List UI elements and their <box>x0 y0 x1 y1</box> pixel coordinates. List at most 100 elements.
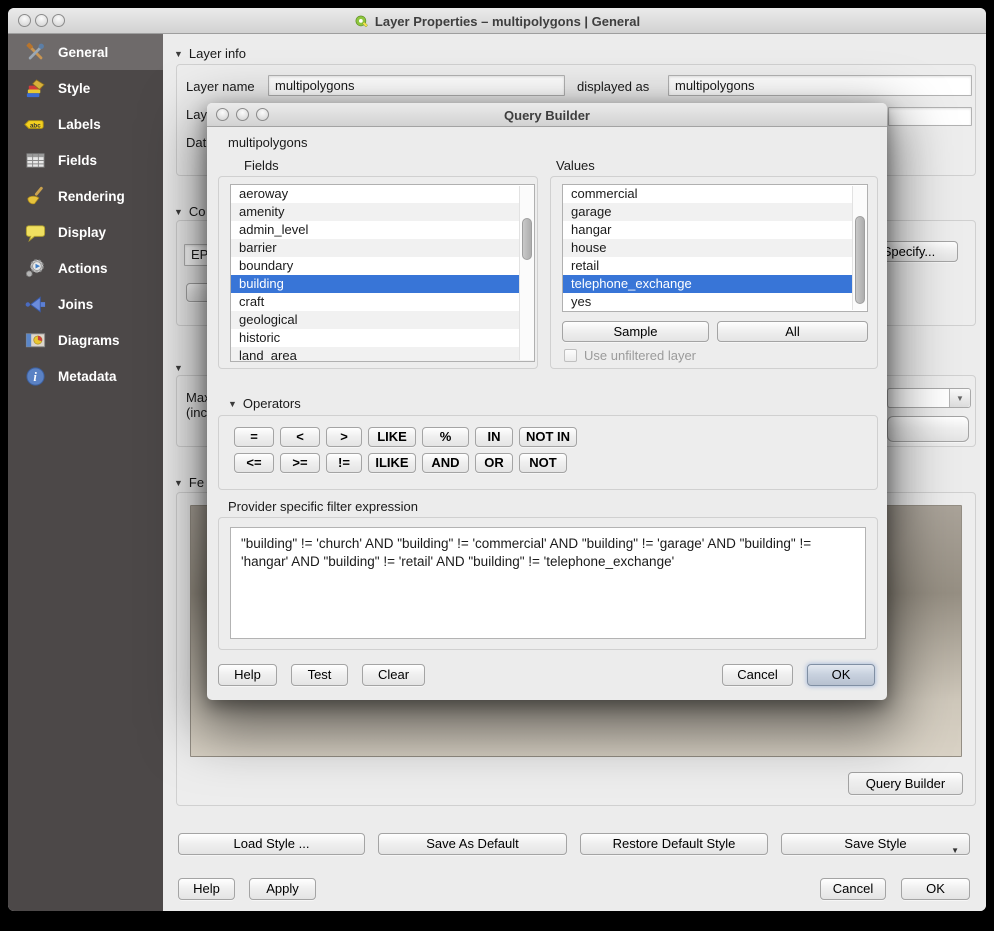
filter-expression-textarea[interactable]: "building" != 'church' AND "building" !=… <box>230 527 866 639</box>
joins-icon <box>22 292 48 316</box>
op-and-button[interactable]: AND <box>422 453 469 473</box>
window-title-text: Layer Properties – multipolygons | Gener… <box>375 14 640 29</box>
sidebar-item-label: Rendering <box>58 189 125 204</box>
op-ilike-button[interactable]: ILIKE <box>368 453 416 473</box>
dialog-test-button[interactable]: Test <box>291 664 348 686</box>
list-item[interactable]: land_area <box>231 347 534 362</box>
scale-field[interactable] <box>887 416 969 442</box>
list-item-selected[interactable]: telephone_exchange <box>563 275 867 293</box>
list-item[interactable]: aeroway <box>231 185 534 203</box>
dialog-cancel-button[interactable]: Cancel <box>722 664 793 686</box>
op-in-button[interactable]: IN <box>475 427 513 447</box>
layer-name-input[interactable]: multipolygons <box>268 75 565 96</box>
diagrams-icon <box>22 328 48 352</box>
qgis-icon <box>354 14 369 29</box>
list-item-selected[interactable]: building <box>231 275 534 293</box>
op-gt-button[interactable]: > <box>326 427 362 447</box>
sidebar-item-fields[interactable]: Fields <box>8 142 163 178</box>
list-item[interactable]: boundary <box>231 257 534 275</box>
desktop: Layer Properties – multipolygons | Gener… <box>0 0 994 931</box>
sidebar-item-metadata[interactable]: i Metadata <box>8 358 163 394</box>
style-icon <box>22 76 48 100</box>
sidebar-item-display[interactable]: Display <box>8 214 163 250</box>
list-item[interactable]: barrier <box>231 239 534 257</box>
all-button[interactable]: All <box>717 321 868 342</box>
operators-header[interactable]: ▼Operators <box>228 396 301 411</box>
display-icon <box>22 220 48 244</box>
op-equals-button[interactable]: = <box>234 427 274 447</box>
op-percent-button[interactable]: % <box>422 427 469 447</box>
list-item[interactable]: retail <box>563 257 867 275</box>
metadata-icon: i <box>22 364 48 388</box>
window-titlebar[interactable]: Layer Properties – multipolygons | Gener… <box>8 8 986 34</box>
collapse-arrow-icon: ▼ <box>174 49 183 59</box>
op-like-button[interactable]: LIKE <box>368 427 416 447</box>
list-item[interactable]: historic <box>231 329 534 347</box>
scale-combobox[interactable]: ▼ <box>887 388 971 408</box>
dialog-title: Query Builder <box>207 103 887 127</box>
scale-visibility-header[interactable]: ▼ <box>174 360 200 375</box>
displayed-as-input[interactable]: multipolygons <box>668 75 972 96</box>
op-le-button[interactable]: <= <box>234 453 274 473</box>
list-item[interactable]: commercial <box>563 185 867 203</box>
restore-default-style-button[interactable]: Restore Default Style <box>580 833 768 855</box>
sidebar-item-label: Fields <box>58 153 97 168</box>
fields-icon <box>22 148 48 172</box>
filter-expression-label: Provider specific filter expression <box>228 499 418 514</box>
op-ge-button[interactable]: >= <box>280 453 320 473</box>
list-item[interactable]: garage <box>563 203 867 221</box>
tools-icon <box>22 40 48 64</box>
window-title: Layer Properties – multipolygons | Gener… <box>8 8 986 34</box>
values-scrollbar[interactable] <box>852 186 867 310</box>
ok-button[interactable]: OK <box>901 878 970 900</box>
list-item[interactable]: amenity <box>231 203 534 221</box>
layer-source-input[interactable] <box>888 107 972 126</box>
list-item[interactable]: craft <box>231 293 534 311</box>
collapse-arrow-icon: ▼ <box>174 478 183 488</box>
list-item[interactable]: admin_level <box>231 221 534 239</box>
help-button[interactable]: Help <box>178 878 235 900</box>
dialog-ok-button[interactable]: OK <box>807 664 875 686</box>
values-list[interactable]: commercial garage hangar house retail te… <box>562 184 868 312</box>
collapse-arrow-icon: ▼ <box>174 363 183 373</box>
chevron-down-icon: ▼ <box>951 841 959 861</box>
rendering-icon <box>22 184 48 208</box>
sidebar-item-joins[interactable]: Joins <box>8 286 163 322</box>
layer-info-header[interactable]: ▼Layer info <box>174 46 246 61</box>
op-lt-button[interactable]: < <box>280 427 320 447</box>
op-not-button[interactable]: NOT <box>519 453 567 473</box>
save-style-button[interactable]: Save Style▼ <box>781 833 970 855</box>
list-item[interactable]: geological <box>231 311 534 329</box>
fields-list[interactable]: aeroway amenity admin_level barrier boun… <box>230 184 535 362</box>
sidebar-item-general[interactable]: General <box>8 34 163 70</box>
apply-button[interactable]: Apply <box>249 878 316 900</box>
sidebar-item-labels[interactable]: abc Labels <box>8 106 163 142</box>
op-ne-button[interactable]: != <box>326 453 362 473</box>
op-not-in-button[interactable]: NOT IN <box>519 427 577 447</box>
scrollbar-thumb[interactable] <box>522 218 532 260</box>
dialog-clear-button[interactable]: Clear <box>362 664 425 686</box>
list-item[interactable]: house <box>563 239 867 257</box>
list-item[interactable]: hangar <box>563 221 867 239</box>
op-or-button[interactable]: OR <box>475 453 513 473</box>
list-item[interactable]: yes <box>563 293 867 311</box>
query-builder-open-button[interactable]: Query Builder <box>848 772 963 795</box>
sidebar-item-style[interactable]: Style <box>8 70 163 106</box>
use-unfiltered-label: Use unfiltered layer <box>584 348 696 363</box>
cancel-button[interactable]: Cancel <box>820 878 886 900</box>
svg-text:i: i <box>33 370 37 384</box>
dialog-help-button[interactable]: Help <box>218 664 277 686</box>
sidebar-item-diagrams[interactable]: Diagrams <box>8 322 163 358</box>
sidebar-item-label: Actions <box>58 261 108 276</box>
use-unfiltered-checkbox[interactable]: Use unfiltered layer <box>564 348 696 363</box>
scrollbar-thumb[interactable] <box>855 216 865 304</box>
save-as-default-button[interactable]: Save As Default <box>378 833 567 855</box>
sidebar-item-actions[interactable]: Actions <box>8 250 163 286</box>
sidebar-item-label: Diagrams <box>58 333 120 348</box>
sample-button[interactable]: Sample <box>562 321 709 342</box>
sidebar-item-rendering[interactable]: Rendering <box>8 178 163 214</box>
collapse-arrow-icon: ▼ <box>174 207 183 217</box>
load-style-button[interactable]: Load Style ... <box>178 833 365 855</box>
dialog-titlebar[interactable]: Query Builder <box>207 103 887 127</box>
fields-scrollbar[interactable] <box>519 186 534 360</box>
